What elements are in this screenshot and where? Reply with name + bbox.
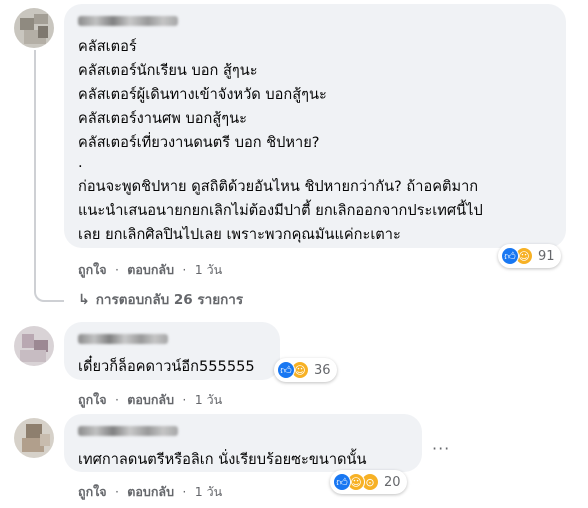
comment-actions: ถูกใจ · ตอบกลับ · 1 วัน xyxy=(78,390,222,410)
reaction-count: 36 xyxy=(314,362,331,378)
separator-dot: · xyxy=(182,262,187,277)
reaction-summary[interactable]: 👍︎ ☺︎ 36 xyxy=(274,358,337,382)
comment-text: เทศกาลดนตรีหรือลิเก นั่งเรียบร้อยซะขนาดน… xyxy=(78,451,367,468)
separator-dot: · xyxy=(114,262,119,277)
avatar[interactable] xyxy=(14,326,54,366)
author-name-blurred[interactable] xyxy=(78,334,168,344)
reply-button[interactable]: ตอบกลับ xyxy=(127,484,174,499)
reaction-summary[interactable]: 👍︎ ☺︎ 91 xyxy=(498,244,561,268)
reaction-count: 20 xyxy=(384,474,401,490)
avatar[interactable] xyxy=(14,418,54,458)
more-options-button[interactable]: ··· xyxy=(432,439,450,458)
comment-text-line: แนะนำเสนอนายกยกเลิกไม่ต้องมีปาตี้ ยกเลิก… xyxy=(78,202,483,219)
timestamp-link[interactable]: 1 วัน xyxy=(195,262,223,277)
like-button[interactable]: ถูกใจ xyxy=(78,392,107,407)
like-icon: 👍︎ xyxy=(501,247,519,265)
view-replies-link[interactable]: ↳ การตอบกลับ 26 รายการ xyxy=(78,288,243,310)
thread-connector-hook xyxy=(34,288,64,302)
reaction-summary[interactable]: 👍︎ ☺︎ ⊙ 20 xyxy=(330,470,407,494)
separator-dot: · xyxy=(114,392,119,407)
view-replies-label: การตอบกลับ 26 รายการ xyxy=(95,292,244,308)
reply-arrow-icon: ↳ xyxy=(78,292,90,308)
comment-text: เดี๋ยวก็ล็อคดาวน์อีก555555 xyxy=(78,358,255,375)
author-name-blurred[interactable] xyxy=(78,16,178,26)
like-button[interactable]: ถูกใจ xyxy=(78,262,107,277)
comment-actions: ถูกใจ · ตอบกลับ · 1 วัน xyxy=(78,260,222,280)
reply-button[interactable]: ตอบกลับ xyxy=(127,392,174,407)
separator-dot: · xyxy=(182,392,187,407)
comment-text-line: เลย ยกเลิกศิลปินไปเลย เพราะพวกคุณมันแค่ก… xyxy=(78,226,401,243)
timestamp-link[interactable]: 1 วัน xyxy=(195,484,223,499)
reply-button[interactable]: ตอบกลับ xyxy=(127,262,174,277)
separator-dot: · xyxy=(182,484,187,499)
comment-text-line: คลัสเตอร์นักเรียน บอก สู้ๆนะ xyxy=(78,62,258,79)
reaction-count: 91 xyxy=(538,248,555,264)
comment-text-line: ก่อนจะพูดชิปหาย ดูสถิติด้วยอันไหน ชิปหาย… xyxy=(78,178,479,195)
comment-text-line: คลัสเตอร์ xyxy=(78,38,137,55)
comment-text-line: คลัสเตอร์ผู้เดินทางเข้าจังหวัด บอกสู้ๆนะ xyxy=(78,86,327,103)
like-icon: 👍︎ xyxy=(277,361,295,379)
author-name-blurred[interactable] xyxy=(78,426,178,436)
comment-text-line: คลัสเตอร์เที่ยวงานดนตรี บอก ชิปหาย? xyxy=(78,134,320,151)
like-button[interactable]: ถูกใจ xyxy=(78,484,107,499)
separator-dot: · xyxy=(114,484,119,499)
avatar[interactable] xyxy=(14,8,54,48)
comment-actions: ถูกใจ · ตอบกลับ · 1 วัน xyxy=(78,482,222,502)
comment-text-line: คลัสเตอร์งานศพ บอกสู้ๆนะ xyxy=(78,110,247,127)
thread-connector-line xyxy=(34,50,36,290)
like-icon: 👍︎ xyxy=(333,473,351,491)
comment-text-line: . xyxy=(78,154,83,171)
timestamp-link[interactable]: 1 วัน xyxy=(195,392,223,407)
